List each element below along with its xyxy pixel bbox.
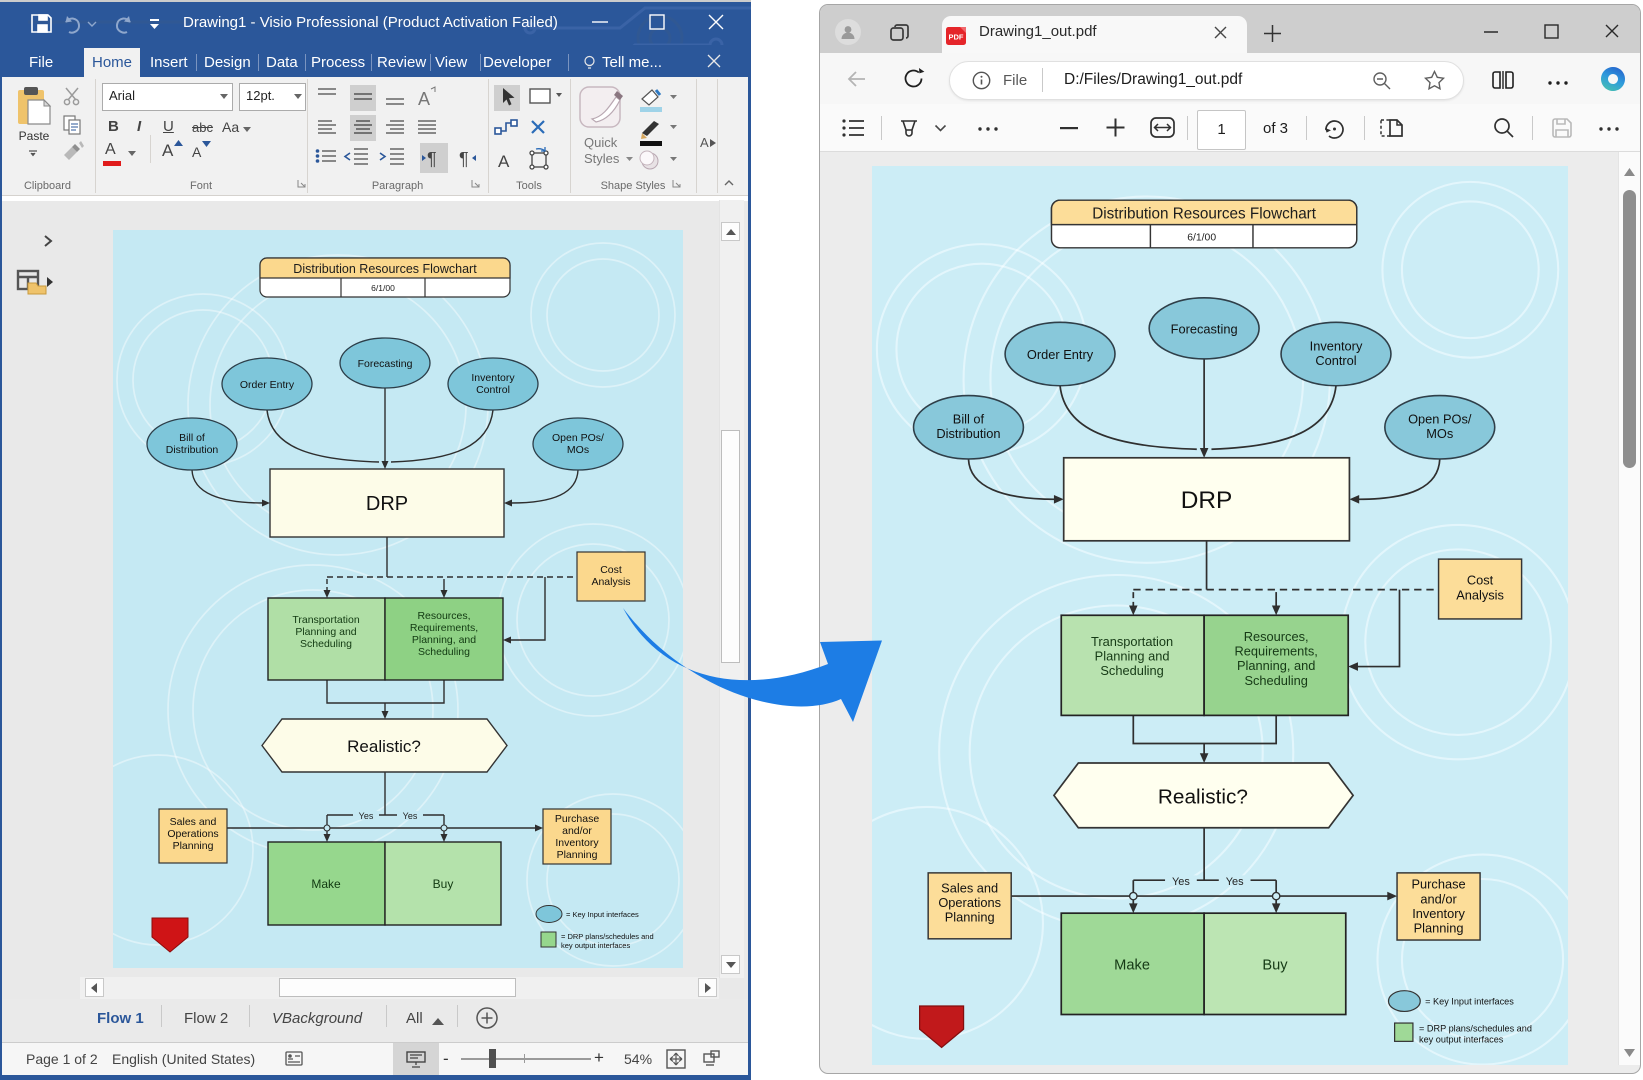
svg-text:Styles: Styles (584, 151, 620, 166)
svg-text:PDF: PDF (949, 33, 964, 42)
svg-text:¶: ¶ (459, 149, 469, 169)
svg-text:A: A (418, 89, 430, 109)
svg-text:A: A (498, 152, 510, 171)
svg-text:¶: ¶ (427, 149, 437, 169)
svg-text:Quick: Quick (584, 135, 618, 150)
